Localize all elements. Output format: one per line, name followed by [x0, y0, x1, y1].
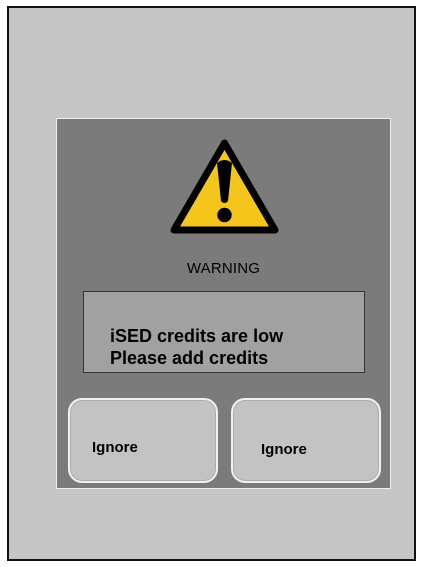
message-line-2: Please add credits	[110, 348, 269, 368]
warning-message-box: iSED credits are low Please add credits	[83, 291, 365, 373]
warning-dialog: WARNING iSED credits are low Please add …	[56, 118, 391, 489]
warning-icon	[170, 139, 279, 234]
device-screen: WARNING iSED credits are low Please add …	[7, 6, 416, 561]
ignore-button-right-label: Ignore	[261, 441, 307, 458]
message-line-1: iSED credits are low	[110, 326, 284, 346]
warning-title: WARNING	[186, 260, 261, 277]
ignore-button-left[interactable]: Ignore	[68, 398, 218, 483]
ignore-button-right[interactable]: Ignore	[231, 398, 381, 483]
ignore-button-left-label: Ignore	[92, 439, 138, 456]
